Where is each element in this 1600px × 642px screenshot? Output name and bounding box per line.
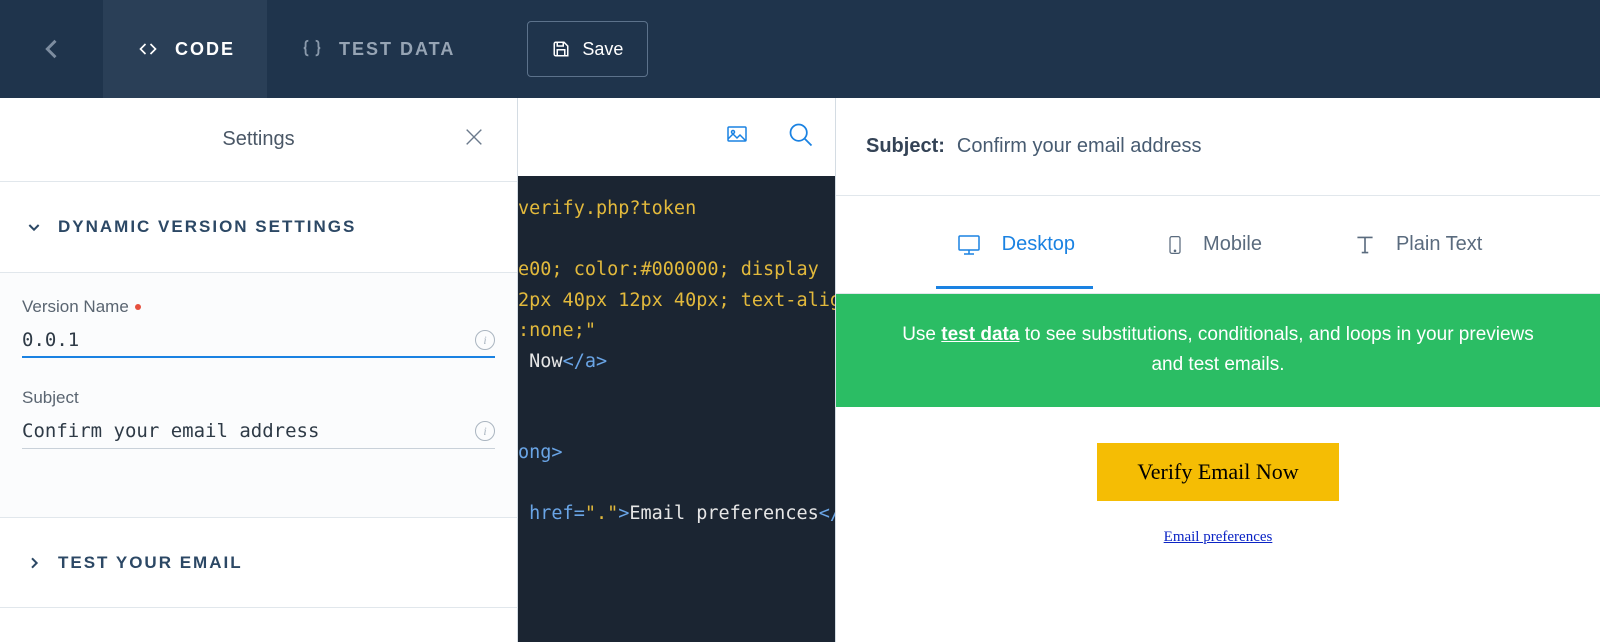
version-name-input[interactable] bbox=[22, 329, 475, 351]
save-button[interactable]: Save bbox=[527, 21, 648, 77]
desktop-icon bbox=[954, 233, 984, 257]
tab-plaintext[interactable]: Plain Text bbox=[1352, 232, 1482, 288]
sidebar-header: Settings bbox=[0, 98, 517, 182]
text-icon bbox=[1352, 232, 1378, 258]
required-indicator bbox=[135, 304, 141, 310]
chevron-down-icon bbox=[26, 219, 42, 235]
version-name-label: Version Name bbox=[22, 297, 495, 317]
braces-icon bbox=[299, 38, 325, 60]
form-area: Version Name i Subject i bbox=[0, 273, 517, 517]
preview-column: Subject: Confirm your email address Desk… bbox=[836, 98, 1600, 642]
save-icon bbox=[552, 40, 570, 58]
code-toolbar bbox=[518, 98, 835, 176]
subject-input[interactable] bbox=[22, 420, 475, 442]
tab-desktop[interactable]: Desktop bbox=[954, 233, 1075, 287]
info-icon[interactable]: i bbox=[475, 330, 495, 350]
subject-input-row: i bbox=[22, 414, 495, 449]
close-button[interactable] bbox=[455, 118, 493, 162]
close-icon bbox=[463, 126, 485, 148]
subject-row: Subject: Confirm your email address bbox=[836, 98, 1600, 196]
subject-label: Subject bbox=[22, 388, 495, 408]
top-bar: CODE TEST DATA Save bbox=[0, 0, 1600, 98]
subject-value: Confirm your email address bbox=[957, 135, 1202, 158]
back-button[interactable] bbox=[0, 35, 103, 63]
chevron-right-icon bbox=[26, 555, 42, 571]
section-test-label: TEST YOUR EMAIL bbox=[58, 553, 243, 573]
info-icon[interactable]: i bbox=[475, 421, 495, 441]
mobile-icon bbox=[1165, 230, 1185, 260]
testdata-notice: Use test data to see substitutions, cond… bbox=[836, 294, 1600, 407]
version-name-input-row: i bbox=[22, 323, 495, 358]
image-icon[interactable] bbox=[723, 123, 751, 152]
section-test-email[interactable]: TEST YOUR EMAIL bbox=[0, 517, 517, 608]
code-icon bbox=[135, 39, 161, 59]
tab-testdata[interactable]: TEST DATA bbox=[267, 0, 487, 98]
field-subject: Subject i bbox=[22, 388, 495, 449]
section-dynamic-settings[interactable]: DYNAMIC VERSION SETTINGS bbox=[0, 182, 517, 273]
tab-testdata-label: TEST DATA bbox=[339, 39, 455, 60]
subject-label: Subject: bbox=[866, 135, 945, 158]
testdata-link[interactable]: test data bbox=[941, 324, 1019, 345]
verify-email-button[interactable]: Verify Email Now bbox=[1097, 443, 1338, 501]
code-column: verify.php?token e00; color:#000000; dis… bbox=[518, 98, 836, 642]
tab-mobile-label: Mobile bbox=[1203, 233, 1262, 256]
section-dynamic-label: DYNAMIC VERSION SETTINGS bbox=[58, 217, 356, 237]
tab-code[interactable]: CODE bbox=[103, 0, 267, 98]
tab-mobile[interactable]: Mobile bbox=[1165, 230, 1262, 290]
tab-desktop-label: Desktop bbox=[1002, 233, 1075, 256]
tab-code-label: CODE bbox=[175, 39, 235, 60]
settings-sidebar: Settings DYNAMIC VERSION SETTINGS Versio… bbox=[0, 98, 518, 642]
save-label: Save bbox=[582, 39, 623, 60]
search-icon[interactable] bbox=[787, 121, 815, 154]
tab-plaintext-label: Plain Text bbox=[1396, 233, 1482, 256]
email-preferences-link[interactable]: Email preferences bbox=[836, 529, 1600, 546]
view-tabs: Desktop Mobile Plain Text bbox=[836, 196, 1600, 294]
field-version-name: Version Name i bbox=[22, 297, 495, 358]
email-preview: Verify Email Now Email preferences bbox=[836, 407, 1600, 642]
sidebar-title: Settings bbox=[222, 128, 294, 151]
code-editor[interactable]: verify.php?token e00; color:#000000; dis… bbox=[518, 176, 835, 642]
